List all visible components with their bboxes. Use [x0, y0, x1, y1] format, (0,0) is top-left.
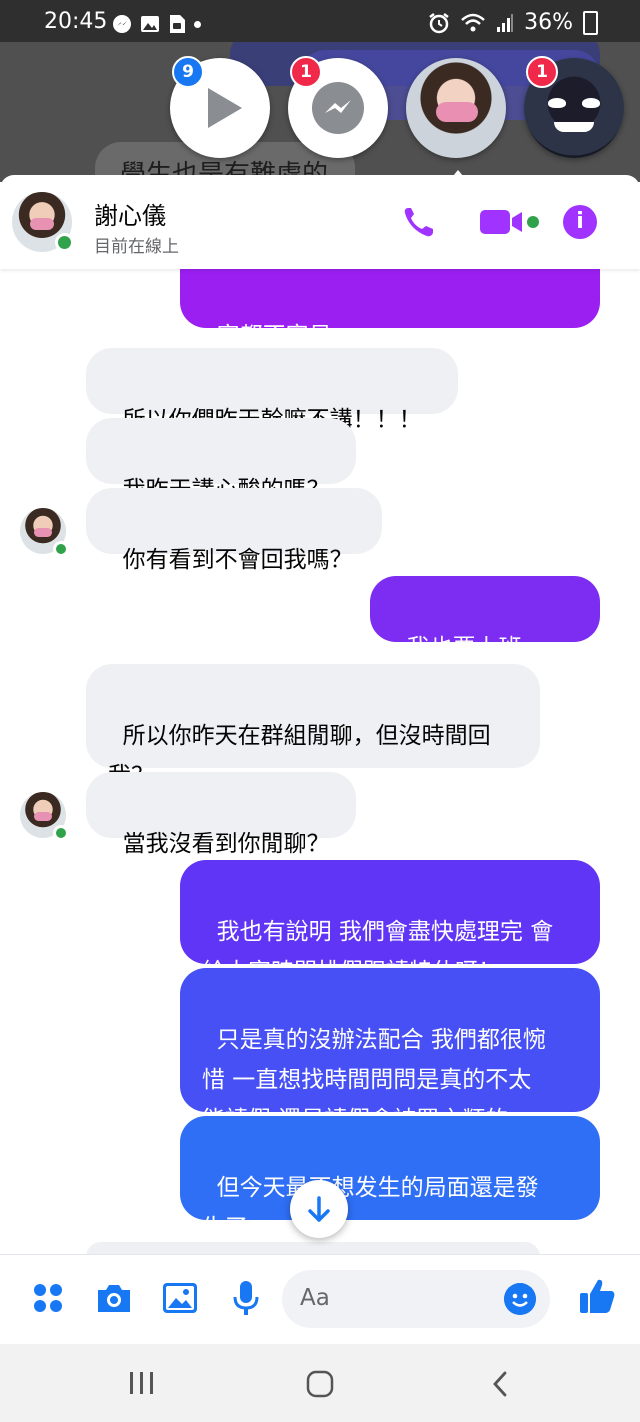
- scroll-to-bottom-button[interactable]: [290, 1180, 348, 1238]
- battery-icon: [583, 10, 598, 35]
- wifi-icon: [461, 13, 485, 31]
- unread-badge: 1: [290, 56, 322, 88]
- online-indicator: [55, 233, 74, 252]
- message-bubble-outgoing[interactable]: 只是真的沒辦法配合 我們都很惋 惜 一直想找時間問問是真的不太 能請假 還是請假…: [180, 968, 600, 1133]
- unread-badge: 1: [526, 56, 558, 88]
- avatar-mouth: [554, 122, 594, 132]
- status-bar: 20:45 36%: [0, 0, 640, 42]
- signal-icon: [497, 13, 514, 32]
- notification-icons: [112, 14, 201, 34]
- emoji-icon[interactable]: [504, 1283, 536, 1315]
- message-text: 但今天最不想发生的局面還是發 生了: [202, 1175, 539, 1241]
- file-icon: [170, 15, 185, 33]
- message-input-placeholder: Aa: [300, 1285, 330, 1311]
- message-text: 家都不容易: [216, 323, 332, 349]
- battery-percent: 36%: [524, 10, 573, 35]
- chat-head-contact-dark[interactable]: 1: [524, 56, 624, 158]
- arrow-down-icon: [308, 1196, 330, 1222]
- contact-photo: [436, 102, 478, 122]
- messenger-icon: [113, 15, 131, 33]
- message-text: 當我沒看到你閒聊？: [122, 831, 330, 857]
- home-icon[interactable]: [305, 1369, 335, 1399]
- dot-icon: [194, 20, 201, 28]
- unread-badge: 9: [172, 56, 204, 88]
- contact-name[interactable]: 謝心儀: [94, 196, 166, 231]
- status-time: 20:45: [44, 9, 108, 34]
- chat-head-messenger[interactable]: 1: [288, 56, 388, 158]
- message-bubble-outgoing[interactable]: 我也要上班啊……: [370, 576, 600, 701]
- message-text: 你有看到不會回我嗎？: [122, 547, 353, 573]
- gallery-icon: [141, 16, 159, 32]
- online-indicator: [53, 541, 69, 557]
- message-bubble-outgoing[interactable]: 我也有說明 我們會盡快處理完 會 給大家時間排假跟請特休呀！: [180, 860, 600, 985]
- apps-icon[interactable]: [28, 1278, 68, 1318]
- thumbs-up-icon[interactable]: [578, 1276, 616, 1316]
- system-icons: 36%: [428, 10, 598, 35]
- message-bubble-incoming[interactable]: 所以你昨天在群組閒聊，但沒時間回 我？: [86, 664, 540, 789]
- camera-icon[interactable]: [94, 1278, 134, 1318]
- contact-status: 目前在線上: [94, 237, 179, 257]
- avatar-eye: [548, 98, 566, 108]
- recent-apps-icon[interactable]: [128, 1370, 156, 1396]
- video-call-icon[interactable]: [478, 206, 542, 238]
- message-bubble-incoming[interactable]: 當我沒看到你閒聊？: [86, 772, 356, 857]
- back-icon[interactable]: [490, 1370, 510, 1398]
- microphone-icon[interactable]: [226, 1278, 266, 1318]
- avatar-eye: [582, 98, 600, 108]
- chat-head-video-player[interactable]: 9: [170, 56, 270, 158]
- image-icon[interactable]: [160, 1278, 200, 1318]
- message-bubble-incoming[interactable]: 所以你們昨天幹嘛不講！！！: [86, 348, 458, 433]
- message-bubble-outgoing[interactable]: 但今天最不想发生的局面還是發 生了: [180, 1116, 600, 1241]
- phone-icon[interactable]: [400, 204, 440, 240]
- alarm-icon: [429, 12, 449, 33]
- message-bubble-incoming[interactable]: 我昨天講心酸的嗎？: [86, 418, 356, 503]
- info-icon[interactable]: i: [563, 205, 597, 239]
- message-bubble-incoming[interactable]: 你有看到不會回我嗎？: [86, 488, 382, 573]
- online-indicator: [53, 825, 69, 841]
- chat-head-contact[interactable]: [406, 58, 506, 158]
